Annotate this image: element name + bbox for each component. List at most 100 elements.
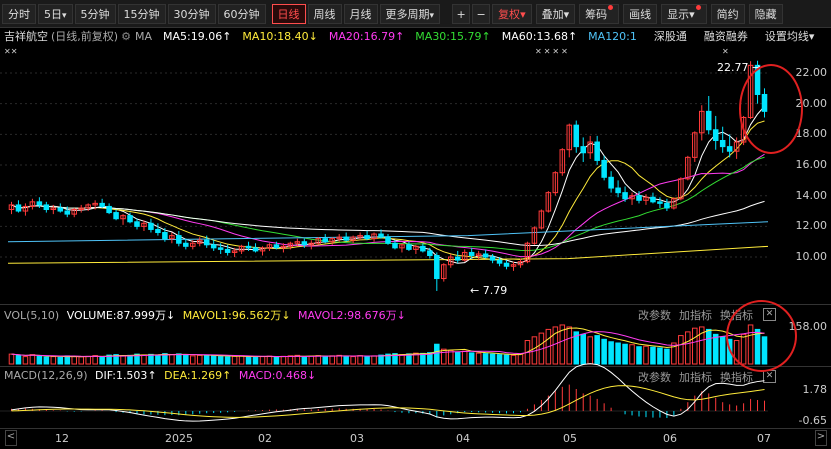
volume-bar xyxy=(636,346,642,365)
highlight-circle xyxy=(726,300,797,372)
volume-bar xyxy=(434,343,440,365)
volume-bar xyxy=(475,352,482,365)
volume-bar xyxy=(489,353,496,365)
candle-body xyxy=(183,242,189,247)
date-tick-label: 2025 xyxy=(165,432,193,445)
volume-bar xyxy=(99,356,105,365)
price-tick-label: 14.00 xyxy=(795,188,828,202)
candle-body xyxy=(99,202,105,207)
volume-bar xyxy=(510,354,517,365)
candle-body xyxy=(705,110,712,131)
candle-body xyxy=(378,233,384,238)
low-annotation: ← 7.79 xyxy=(470,284,508,297)
candle-body xyxy=(106,205,112,214)
scroll-right-button[interactable]: > xyxy=(815,430,827,446)
expand-icon[interactable]: ✕✕ xyxy=(4,47,17,56)
volume-bar xyxy=(643,345,649,365)
dea-line xyxy=(11,385,765,418)
candle-body xyxy=(364,235,370,240)
volume-bar xyxy=(468,352,475,365)
volume-bar xyxy=(678,335,684,365)
volume-bar xyxy=(664,348,670,365)
candle-body xyxy=(489,256,496,261)
candle-body xyxy=(217,247,224,250)
candle-body xyxy=(573,124,580,148)
candle-body xyxy=(719,139,726,148)
high-value: 22.77 xyxy=(717,61,749,74)
date-tick-label: 05 xyxy=(563,432,577,445)
volume-bar xyxy=(217,356,224,365)
date-tick-label: 12 xyxy=(55,432,69,445)
ma250-line xyxy=(7,245,769,264)
candle-body xyxy=(454,256,461,261)
volume-bar xyxy=(329,355,335,365)
date-tick-label: 03 xyxy=(350,432,364,445)
chart-canvas[interactable] xyxy=(0,0,831,449)
volume-bar xyxy=(78,356,84,365)
volume-bar xyxy=(503,354,510,365)
volume-bar xyxy=(601,338,607,365)
volume-bar xyxy=(364,355,370,365)
volume-bar xyxy=(141,354,147,365)
candle-body xyxy=(162,232,168,240)
candle-body xyxy=(36,201,43,206)
candle-body xyxy=(496,259,503,264)
candle-body xyxy=(43,204,50,211)
volume-bar xyxy=(608,341,614,365)
volume-bar xyxy=(155,354,161,365)
candle-body xyxy=(580,146,586,154)
candle-body xyxy=(301,241,308,246)
event-markers-icon[interactable]: ✕✕✕✕ xyxy=(535,47,570,56)
volume-bar xyxy=(127,354,133,365)
volume-bar xyxy=(231,355,238,365)
macd-axis-high: 1.78 xyxy=(802,383,828,396)
volume-bar xyxy=(692,327,698,365)
volume-bar xyxy=(85,355,91,365)
volume-bar xyxy=(461,350,468,365)
candle-body xyxy=(57,207,64,212)
volume-bar xyxy=(224,356,231,365)
date-tick-label: 07 xyxy=(757,432,771,445)
candle-body xyxy=(252,247,259,252)
volume-bar xyxy=(705,328,712,365)
date-tick-label: 02 xyxy=(258,432,272,445)
candle-body xyxy=(664,202,670,209)
volume-bar xyxy=(238,355,245,365)
volume-bar xyxy=(210,355,217,365)
volume-bar xyxy=(280,355,287,365)
volume-bar xyxy=(566,326,573,365)
event-marker-icon[interactable]: ✕ xyxy=(722,47,729,56)
date-tick-label: 06 xyxy=(663,432,677,445)
volume-bar xyxy=(482,353,489,365)
candle-body xyxy=(343,236,349,241)
volume-bar xyxy=(357,355,363,365)
volume-bar xyxy=(190,355,196,365)
candle-body xyxy=(273,244,280,249)
candle-body xyxy=(657,201,663,204)
volume-bar xyxy=(685,331,691,365)
candle-body xyxy=(64,210,71,215)
candle-body xyxy=(434,255,440,280)
candle-body xyxy=(245,245,252,249)
volume-bar xyxy=(622,343,628,365)
volume-bar xyxy=(399,354,405,365)
candle-body xyxy=(392,242,398,249)
volume-bar xyxy=(50,356,57,365)
volume-bar xyxy=(580,333,586,365)
volume-bar xyxy=(92,355,98,365)
volume-bar xyxy=(712,333,719,365)
volume-bar xyxy=(287,355,294,365)
macd-axis-low: -0.65 xyxy=(798,414,827,427)
volume-bar xyxy=(43,356,50,365)
candle-body xyxy=(594,141,600,161)
candle-body xyxy=(385,236,391,244)
volume-bar xyxy=(336,354,342,365)
scroll-left-button[interactable]: < xyxy=(5,430,17,446)
volume-bar xyxy=(650,346,656,365)
candle-body xyxy=(726,146,733,152)
candle-body xyxy=(427,250,433,257)
volume-bar xyxy=(657,347,663,365)
candle-body xyxy=(420,245,426,252)
volume-bar xyxy=(71,356,78,365)
volume-bar xyxy=(719,336,726,365)
